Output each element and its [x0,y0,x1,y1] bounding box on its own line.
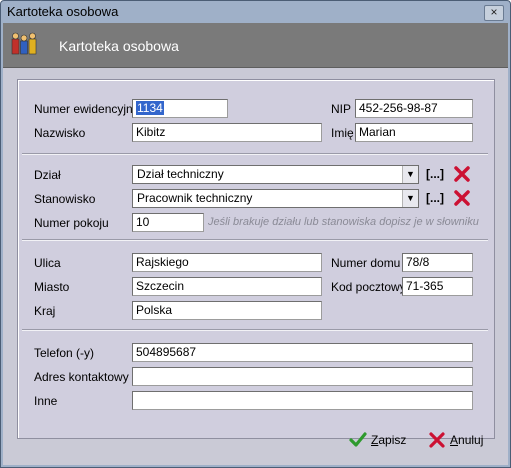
kraj-label: Kraj [34,304,56,318]
cancel-button[interactable]: Anuluj [428,429,483,451]
inne-label: Inne [34,394,58,408]
ulica-input[interactable]: Rajskiego [132,253,322,272]
checkmark-icon [349,432,367,447]
window-title: Kartoteka osobowa [7,4,119,19]
separator [22,239,488,241]
chevron-down-icon[interactable]: ▼ [402,190,418,207]
numer-domu-input[interactable]: 78/8 [402,253,473,272]
dzial-select[interactable]: Dział techniczny ▼ [132,165,419,184]
client-area: Kartoteka osobowa Numer ewidencyjny 1134… [3,23,508,465]
delete-stanowisko-icon[interactable] [453,189,471,207]
dictionary-hint: Jeśli brakuje działu lub stanowiska dopi… [208,216,479,228]
dzial-label: Dział [34,168,61,182]
delete-dzial-icon[interactable] [453,165,471,183]
imie-input[interactable]: Marian [355,123,473,142]
people-figures-icon [11,32,37,55]
dzial-selected-value: Dział techniczny [137,167,224,181]
miasto-input[interactable]: Szczecin [132,277,322,296]
form-header: Kartoteka osobowa [3,23,508,68]
separator [22,329,488,331]
close-icon [429,432,445,448]
stanowisko-selected-value: Pracownik techniczny [137,191,253,205]
close-button[interactable]: × [484,5,504,21]
telefon-input[interactable]: 504895687 [132,343,473,362]
kraj-input[interactable]: Polska [132,301,322,320]
numer-pokoju-label: Numer pokoju [34,216,109,230]
inne-input[interactable] [132,391,473,410]
title-bar[interactable]: Kartoteka osobowa × [1,1,510,23]
cancel-button-label: Anuluj [450,433,484,447]
kod-pocztowy-input[interactable]: 71-365 [402,277,473,296]
nip-input[interactable]: 452-256-98-87 [355,99,473,118]
save-button-label: Zapisz [371,433,407,447]
adres-kontaktowy-label: Adres kontaktowy [34,370,129,384]
save-button[interactable]: Zapisz [349,429,406,451]
imie-label: Imię [331,126,354,140]
stanowisko-picker-button[interactable]: [...] [426,191,444,205]
stanowisko-label: Stanowisko [34,192,96,206]
telefon-label: Telefon (-y) [34,346,95,360]
separator [22,153,488,155]
numer-ewidencyjny-input[interactable]: 1134 [132,99,228,118]
dzial-picker-button[interactable]: [...] [426,167,444,181]
nazwisko-label: Nazwisko [34,126,86,140]
numer-ewidencyjny-value: 1134 [136,101,164,115]
ulica-label: Ulica [34,256,61,270]
numer-pokoju-input[interactable]: 10 [132,213,204,232]
stanowisko-select[interactable]: Pracownik techniczny ▼ [132,189,419,208]
miasto-label: Miasto [34,280,70,294]
numer-domu-label: Numer domu [331,256,401,270]
nazwisko-input[interactable]: Kibitz [132,123,322,142]
header-title: Kartoteka osobowa [59,38,179,54]
app-window: Kartoteka osobowa × Kartoteka osobowa Nu… [0,0,511,468]
kod-pocztowy-label: Kod pocztowy [331,280,406,294]
nip-label: NIP [331,102,352,116]
adres-kontaktowy-input[interactable] [132,367,473,386]
chevron-down-icon[interactable]: ▼ [402,166,418,183]
numer-ewidencyjny-label: Numer ewidencyjny [34,102,139,116]
form-panel: Numer ewidencyjny 1134 NIP 452-256-98-87… [17,79,495,439]
